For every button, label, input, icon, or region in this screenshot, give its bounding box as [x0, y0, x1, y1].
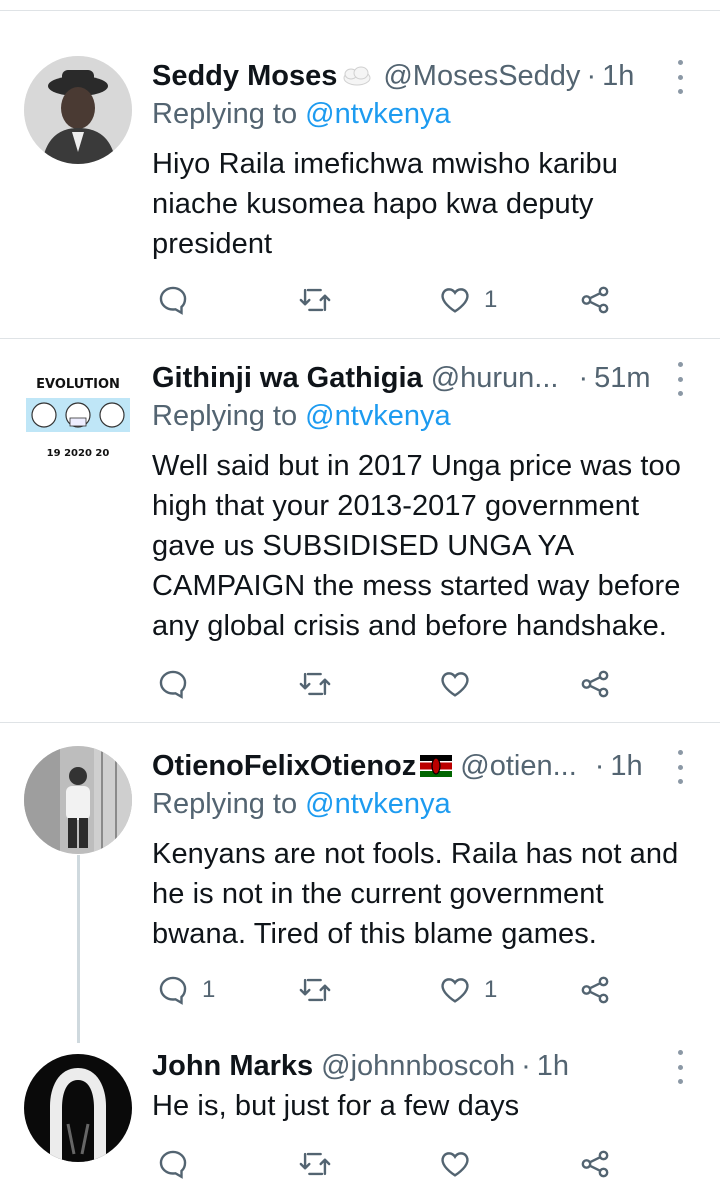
heart-icon: [441, 1152, 469, 1177]
top-divider: [0, 10, 720, 11]
replying-to: Replying to @ntvkenya: [152, 400, 451, 433]
replying-mention-link[interactable]: @ntvkenya: [305, 400, 451, 432]
like-count: 1: [484, 286, 498, 313]
avatar-evolution-text: EVOLUTION: [36, 377, 120, 392]
avatar[interactable]: [24, 1054, 132, 1162]
avatar-years-text: 19 2020 20: [47, 448, 110, 459]
tweet-header: OtienoFelixOtienoz @otien... · 1h: [152, 746, 672, 786]
timestamp[interactable]: 1h: [610, 750, 642, 783]
replying-prefix: Replying to: [152, 788, 306, 820]
avatar[interactable]: [24, 56, 132, 164]
like-button[interactable]: [438, 1144, 484, 1184]
share-button[interactable]: [578, 970, 612, 1010]
separator-dot: ·: [594, 749, 605, 782]
tweet-divider: [0, 722, 720, 723]
retweet-icon: [299, 672, 331, 696]
replying-to: Replying to @ntvkenya: [152, 98, 451, 131]
separator-dot: ·: [578, 361, 589, 394]
action-bar: [152, 664, 632, 704]
reply-button[interactable]: [156, 1144, 202, 1184]
tweet-header: John Marks @johnnboscoh · 1h: [152, 1046, 672, 1086]
more-options-icon[interactable]: [670, 1050, 690, 1084]
user-handle[interactable]: @MosesSeddy: [383, 60, 580, 93]
replying-to: Replying to @ntvkenya: [152, 788, 451, 821]
action-bar: 1 1: [152, 970, 632, 1010]
retweet-button[interactable]: [298, 970, 344, 1010]
like-button[interactable]: [438, 664, 484, 704]
heart-icon: [441, 978, 469, 1003]
timestamp[interactable]: 1h: [602, 60, 634, 93]
action-bar: [152, 1144, 632, 1184]
reply-button[interactable]: [156, 664, 202, 704]
replying-mention-link[interactable]: @ntvkenya: [305, 98, 451, 130]
user-handle[interactable]: @hurun...: [431, 362, 559, 395]
display-name[interactable]: Githinji wa Gathigia: [152, 362, 423, 395]
retweet-button[interactable]: [298, 280, 344, 320]
more-options-icon[interactable]: [670, 750, 690, 784]
reply-icon: [159, 286, 187, 315]
reply-button[interactable]: 1: [156, 970, 215, 1010]
tweet-header: Seddy Moses @MosesSeddy · 1h: [152, 56, 672, 96]
cloud-emoji-icon: [343, 66, 371, 86]
retweet-icon: [299, 288, 331, 312]
avatar[interactable]: [24, 746, 132, 854]
display-name[interactable]: Seddy Moses: [152, 60, 337, 93]
avatar[interactable]: EVOLUTION 19 2020 20: [24, 358, 132, 466]
retweet-icon: [299, 978, 331, 1002]
reply-count: 1: [202, 976, 216, 1003]
share-button[interactable]: [578, 280, 612, 320]
display-name[interactable]: John Marks: [152, 1050, 313, 1083]
thread-connector-line: [77, 855, 80, 1043]
reply-icon: [159, 976, 187, 1005]
like-button[interactable]: 1: [438, 280, 497, 320]
retweet-button[interactable]: [298, 664, 344, 704]
user-handle[interactable]: @johnnboscoh: [321, 1050, 515, 1083]
tweet-text: He is, but just for a few days: [152, 1090, 520, 1122]
replying-prefix: Replying to: [152, 98, 306, 130]
tweet-text: Hiyo Raila imefichwa mwisho karibu niach…: [152, 148, 618, 260]
share-icon: [581, 976, 609, 1004]
share-button[interactable]: [578, 1144, 612, 1184]
retweet-icon: [299, 1152, 331, 1176]
share-button[interactable]: [578, 664, 612, 704]
tweet-header: Githinji wa Gathigia @hurun... · 51m: [152, 358, 672, 398]
display-name[interactable]: OtienoFelixOtienoz: [152, 750, 416, 783]
more-options-icon[interactable]: [670, 60, 690, 94]
timestamp[interactable]: 1h: [537, 1050, 569, 1083]
user-handle[interactable]: @otien...: [460, 750, 577, 783]
reply-button[interactable]: [156, 280, 202, 320]
reply-icon: [159, 1150, 187, 1179]
share-icon: [581, 286, 609, 314]
heart-icon: [441, 672, 469, 697]
more-options-icon[interactable]: [670, 362, 690, 396]
tweet-divider: [0, 338, 720, 339]
share-icon: [581, 1150, 609, 1178]
share-icon: [581, 670, 609, 698]
heart-icon: [441, 288, 469, 313]
like-button[interactable]: 1: [438, 970, 497, 1010]
retweet-button[interactable]: [298, 1144, 344, 1184]
action-bar: 1: [152, 280, 632, 320]
reply-icon: [159, 670, 187, 699]
separator-dot: ·: [521, 1049, 531, 1082]
kenya-flag-icon: [420, 755, 453, 777]
tweet-text: Well said but in 2017 Unga price was too…: [152, 450, 681, 642]
separator-dot: ·: [586, 59, 597, 92]
timestamp[interactable]: 51m: [594, 362, 650, 395]
replying-mention-link[interactable]: @ntvkenya: [305, 788, 451, 820]
tweet-text: Kenyans are not fools. Raila has not and…: [152, 838, 679, 950]
replying-prefix: Replying to: [152, 400, 306, 432]
like-count: 1: [484, 976, 498, 1003]
